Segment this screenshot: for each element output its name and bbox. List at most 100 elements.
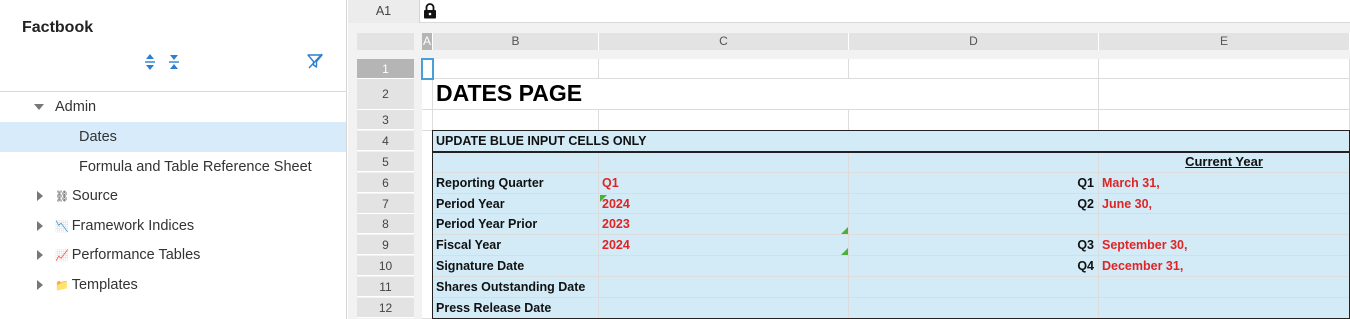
value-press-release-date[interactable] bbox=[599, 298, 849, 319]
column-header-b[interactable]: B bbox=[433, 33, 599, 50]
comment-indicator-icon[interactable] bbox=[841, 227, 848, 234]
caret-down-icon[interactable] bbox=[34, 102, 44, 112]
column-header-d[interactable]: D bbox=[849, 33, 1099, 50]
quarter-label-q1[interactable]: Q1 bbox=[849, 173, 1099, 194]
tree-item-label-wrap: ⛓ Source bbox=[55, 188, 118, 204]
instruction-divider bbox=[433, 151, 1350, 153]
tree-item-label: Framework Indices bbox=[71, 218, 195, 234]
cell-d2[interactable] bbox=[849, 79, 1099, 110]
value-reporting-quarter[interactable]: Q1 bbox=[599, 173, 849, 194]
tree-item-label: Performance Tables bbox=[71, 247, 201, 263]
label-fiscal-year[interactable]: Fiscal Year bbox=[433, 235, 599, 256]
cell-a2[interactable] bbox=[422, 79, 433, 110]
cell-d11[interactable] bbox=[849, 277, 1099, 298]
caret-right-icon[interactable] bbox=[35, 191, 45, 201]
cell-d3[interactable] bbox=[849, 110, 1099, 131]
tree-item-label: Dates bbox=[79, 129, 117, 145]
collapse-all-icon[interactable] bbox=[166, 53, 182, 71]
row-header-11[interactable]: 11 bbox=[357, 277, 414, 297]
quarter-label-q3[interactable]: Q3 bbox=[849, 235, 1099, 256]
spreadsheet-area: A1 A B C D E 1 2 3 4 5 6 7 8 9 10 11 12 bbox=[348, 0, 1350, 319]
cell-a4-a12[interactable] bbox=[422, 131, 433, 319]
label-press-release-date[interactable]: Press Release Date bbox=[433, 298, 599, 319]
label-period-year[interactable]: Period Year bbox=[433, 194, 599, 214]
row-header-10[interactable]: 10 bbox=[357, 256, 414, 276]
row-header-4[interactable]: 4 bbox=[357, 131, 414, 151]
caret-right-icon[interactable] bbox=[35, 280, 45, 290]
row-header-12[interactable]: 12 bbox=[357, 298, 414, 318]
chain-link-icon: ⛓ bbox=[55, 191, 69, 203]
sidebar-header: Factbook bbox=[0, 0, 347, 92]
row-header-2[interactable]: 2 bbox=[357, 79, 414, 110]
tree-item-label-wrap: 📉 Framework Indices bbox=[55, 218, 194, 234]
label-signature-date[interactable]: Signature Date bbox=[433, 256, 599, 277]
cell-d5[interactable] bbox=[849, 152, 1099, 173]
comment-indicator-icon[interactable] bbox=[600, 195, 607, 202]
cell-e1[interactable] bbox=[1099, 59, 1350, 79]
label-period-year-prior[interactable]: Period Year Prior bbox=[433, 214, 599, 235]
value-period-year[interactable]: 2024 bbox=[599, 194, 849, 214]
tree-item-label-wrap: 📈 Performance Tables bbox=[55, 247, 200, 263]
row-header-8[interactable]: 8 bbox=[357, 214, 414, 234]
active-cell-cursor[interactable] bbox=[421, 58, 434, 80]
cell-e11[interactable] bbox=[1099, 277, 1350, 298]
tree-item-dates[interactable]: Dates bbox=[0, 122, 346, 152]
cell-d8[interactable] bbox=[849, 214, 1099, 235]
row-header-6[interactable]: 6 bbox=[357, 173, 414, 193]
column-header-c[interactable]: C bbox=[599, 33, 849, 50]
value-fiscal-year[interactable]: 2024 bbox=[599, 235, 849, 256]
quarter-label-q2[interactable]: Q2 bbox=[849, 194, 1099, 214]
instruction-banner[interactable]: UPDATE BLUE INPUT CELLS ONLY bbox=[433, 131, 1350, 152]
select-all-corner[interactable] bbox=[357, 33, 414, 50]
value-shares-outstanding-date[interactable] bbox=[599, 277, 849, 298]
current-year-header[interactable]: Current Year bbox=[1099, 152, 1350, 173]
cell-b3[interactable] bbox=[433, 110, 599, 131]
sheet-grid: A B C D E 1 2 3 4 5 6 7 8 9 10 11 12 DAT… bbox=[348, 0, 1350, 319]
label-reporting-quarter[interactable]: Reporting Quarter bbox=[433, 173, 599, 194]
cell-b5[interactable] bbox=[433, 152, 599, 173]
cell-d12[interactable] bbox=[849, 298, 1099, 319]
label-shares-outstanding-date[interactable]: Shares Outstanding Date bbox=[433, 277, 599, 298]
value-signature-date[interactable] bbox=[599, 256, 849, 277]
clear-filter-icon[interactable] bbox=[306, 52, 324, 70]
row-header-7[interactable]: 7 bbox=[357, 194, 414, 214]
tree-item-label: Source bbox=[71, 188, 118, 204]
expand-all-icon[interactable] bbox=[142, 53, 158, 71]
quarter-label-q4[interactable]: Q4 bbox=[849, 256, 1099, 277]
cell-d1[interactable] bbox=[849, 59, 1099, 79]
tree-item-templates[interactable]: 📁 Templates bbox=[0, 270, 346, 300]
tree-item-formula-reference[interactable]: Formula and Table Reference Sheet bbox=[0, 152, 346, 182]
row-header-9[interactable]: 9 bbox=[357, 235, 414, 255]
row-header-1[interactable]: 1 bbox=[357, 59, 414, 79]
comment-indicator-icon[interactable] bbox=[841, 248, 848, 255]
tree-item-performance-tables[interactable]: 📈 Performance Tables bbox=[0, 240, 346, 270]
tree-item-admin[interactable]: Admin bbox=[0, 92, 346, 122]
quarter-date-q2[interactable]: June 30, bbox=[1099, 194, 1350, 214]
value-period-year-prior[interactable]: 2023 bbox=[599, 214, 849, 235]
tree-item-label: Formula and Table Reference Sheet bbox=[79, 159, 312, 175]
caret-right-icon[interactable] bbox=[35, 250, 45, 260]
cell-a3[interactable] bbox=[422, 110, 433, 131]
cell-e8[interactable] bbox=[1099, 214, 1350, 235]
tree-item-source[interactable]: ⛓ Source bbox=[0, 181, 346, 211]
sheet-title[interactable]: DATES PAGE bbox=[433, 79, 849, 110]
cell-c5[interactable] bbox=[599, 152, 849, 173]
quarter-date-q4[interactable]: December 31, bbox=[1099, 256, 1350, 277]
factbook-sidebar: Factbook Admin Dates Formula and Table R… bbox=[0, 0, 347, 319]
column-header-e[interactable]: E bbox=[1099, 33, 1350, 50]
cell-e2[interactable] bbox=[1099, 79, 1350, 110]
cell-e3[interactable] bbox=[1099, 110, 1350, 131]
quarter-date-q3[interactable]: September 30, bbox=[1099, 235, 1350, 256]
cell-b1[interactable] bbox=[433, 59, 599, 79]
tree-item-label: Admin bbox=[55, 99, 97, 115]
row-header-3[interactable]: 3 bbox=[357, 110, 414, 130]
tree-item-framework-indices[interactable]: 📉 Framework Indices bbox=[0, 211, 346, 241]
sidebar-title: Factbook bbox=[22, 19, 94, 36]
quarter-date-q1[interactable]: March 31, bbox=[1099, 173, 1350, 194]
column-header-a[interactable]: A bbox=[422, 33, 433, 50]
cell-e12[interactable] bbox=[1099, 298, 1350, 319]
row-header-5[interactable]: 5 bbox=[357, 152, 414, 172]
cell-c1[interactable] bbox=[599, 59, 849, 79]
caret-right-icon[interactable] bbox=[35, 221, 45, 231]
cell-c3[interactable] bbox=[599, 110, 849, 131]
